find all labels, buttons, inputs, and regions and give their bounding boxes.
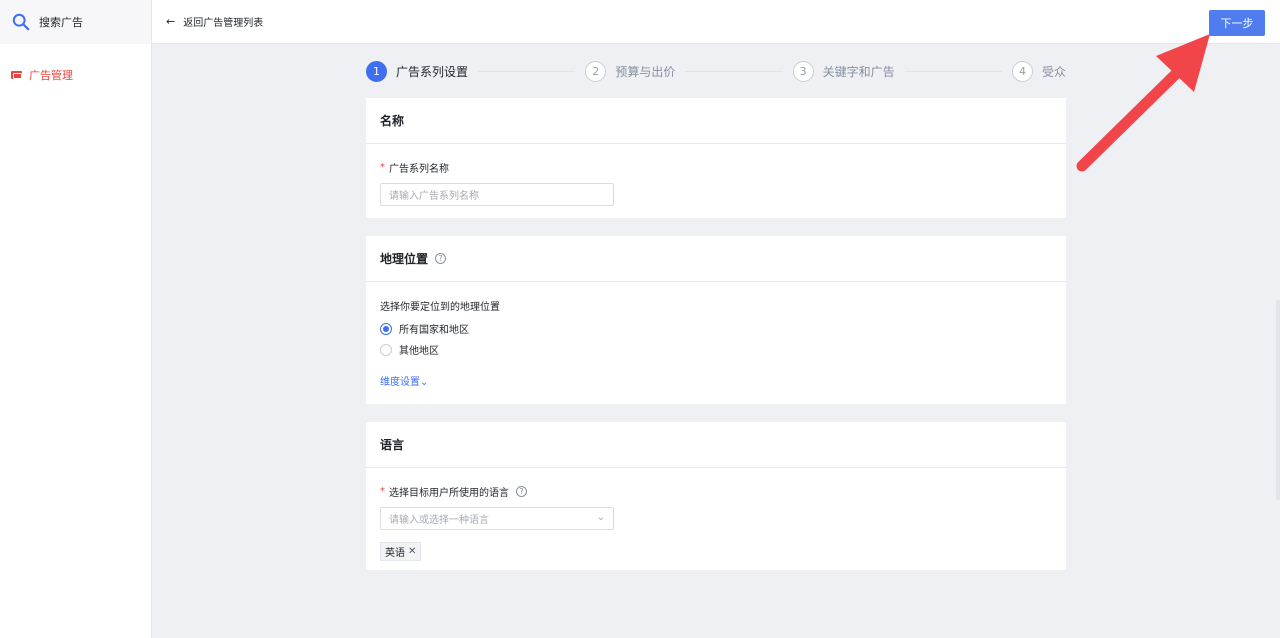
step-label: 关键字和广告	[822, 64, 895, 79]
sidebar-item-label: 广告管理	[29, 69, 73, 82]
step-label: 受众	[1041, 64, 1066, 79]
card-title: 名称	[366, 98, 1066, 144]
stepper: 1 广告系列设置 2 预算与出价 3 关键字和广告 4 受众	[366, 60, 1066, 82]
next-step-button[interactable]: 下一步	[1209, 10, 1265, 36]
radio-all-countries[interactable]: 所有国家和地区	[380, 321, 1052, 336]
geo-card: 地理位置 ? 选择你要定位到的地理位置 所有国家和地区 其他地区 维度设置⌄	[366, 236, 1066, 404]
campaign-name-label: * 广告系列名称	[380, 160, 1052, 175]
back-label: 返回广告管理列表	[183, 18, 264, 29]
step-4[interactable]: 4 受众	[1011, 60, 1066, 82]
language-label: * 选择目标用户所使用的语言 ?	[380, 484, 1052, 499]
step-3[interactable]: 3 关键字和广告	[792, 60, 895, 82]
radio-other-regions[interactable]: 其他地区	[380, 342, 1052, 357]
field-label-text: 广告系列名称	[389, 164, 449, 175]
ad-icon	[11, 71, 22, 79]
card-title: 语言	[366, 422, 1066, 468]
annotation-arrow-icon	[1076, 34, 1210, 172]
step-number: 3	[792, 60, 814, 82]
required-mark: *	[380, 486, 385, 497]
chevron-down-icon: ⌄	[596, 512, 605, 523]
top-bar: ← 返回广告管理列表 下一步	[152, 0, 1280, 44]
name-card: 名称 * 广告系列名称 请输入广告系列名称	[366, 98, 1066, 218]
help-icon[interactable]: ?	[435, 253, 447, 264]
brand[interactable]: 搜索广告	[0, 0, 151, 44]
sidebar: 搜索广告 广告管理	[0, 0, 152, 638]
link-text: 维度设置	[380, 377, 420, 388]
search-icon	[12, 13, 30, 31]
step-label: 预算与出价	[615, 64, 676, 79]
campaign-name-input[interactable]: 请输入广告系列名称	[380, 183, 614, 206]
geo-prompt: 选择你要定位到的地理位置	[380, 302, 500, 313]
step-connector	[685, 70, 783, 72]
radio-label: 所有国家和地区	[399, 325, 469, 336]
arrow-left-icon: ←	[166, 15, 176, 28]
brand-name: 搜索广告	[39, 16, 83, 29]
step-number: 2	[585, 60, 607, 82]
scrollbar[interactable]	[1276, 300, 1280, 500]
required-mark: *	[380, 162, 385, 173]
placeholder: 请输入广告系列名称	[389, 191, 479, 202]
step-connector	[904, 70, 1002, 72]
step-connector	[478, 70, 576, 72]
step-number: 1	[366, 60, 387, 82]
step-2[interactable]: 2 预算与出价	[585, 60, 676, 82]
placeholder: 请输入或选择一种语言	[389, 515, 489, 526]
step-label: 广告系列设置	[396, 64, 469, 79]
tag-label: 英语	[385, 548, 405, 559]
card-title-text: 地理位置	[380, 252, 429, 266]
step-1[interactable]: 1 广告系列设置	[366, 60, 469, 82]
close-icon[interactable]: ✕	[408, 546, 416, 557]
language-tag: 英语 ✕	[380, 542, 422, 561]
radio-checked-icon	[380, 322, 392, 335]
field-label-text: 选择目标用户所使用的语言	[389, 488, 509, 499]
radio-label: 其他地区	[399, 346, 439, 357]
chevron-down-icon: ⌄	[420, 377, 429, 388]
help-icon[interactable]: ?	[516, 486, 527, 497]
language-card: 语言 * 选择目标用户所使用的语言 ? 请输入或选择一种语言 ⌄ 英语 ✕	[366, 422, 1066, 570]
card-title: 地理位置 ?	[366, 236, 1066, 282]
back-to-list-link[interactable]: ← 返回广告管理列表	[166, 14, 263, 29]
sidebar-item-ad-management[interactable]: 广告管理	[0, 64, 151, 86]
radio-unchecked-icon	[380, 343, 392, 356]
dimension-settings-link[interactable]: 维度设置⌄	[380, 373, 428, 388]
step-number: 4	[1011, 60, 1033, 82]
language-select[interactable]: 请输入或选择一种语言 ⌄	[380, 507, 614, 530]
